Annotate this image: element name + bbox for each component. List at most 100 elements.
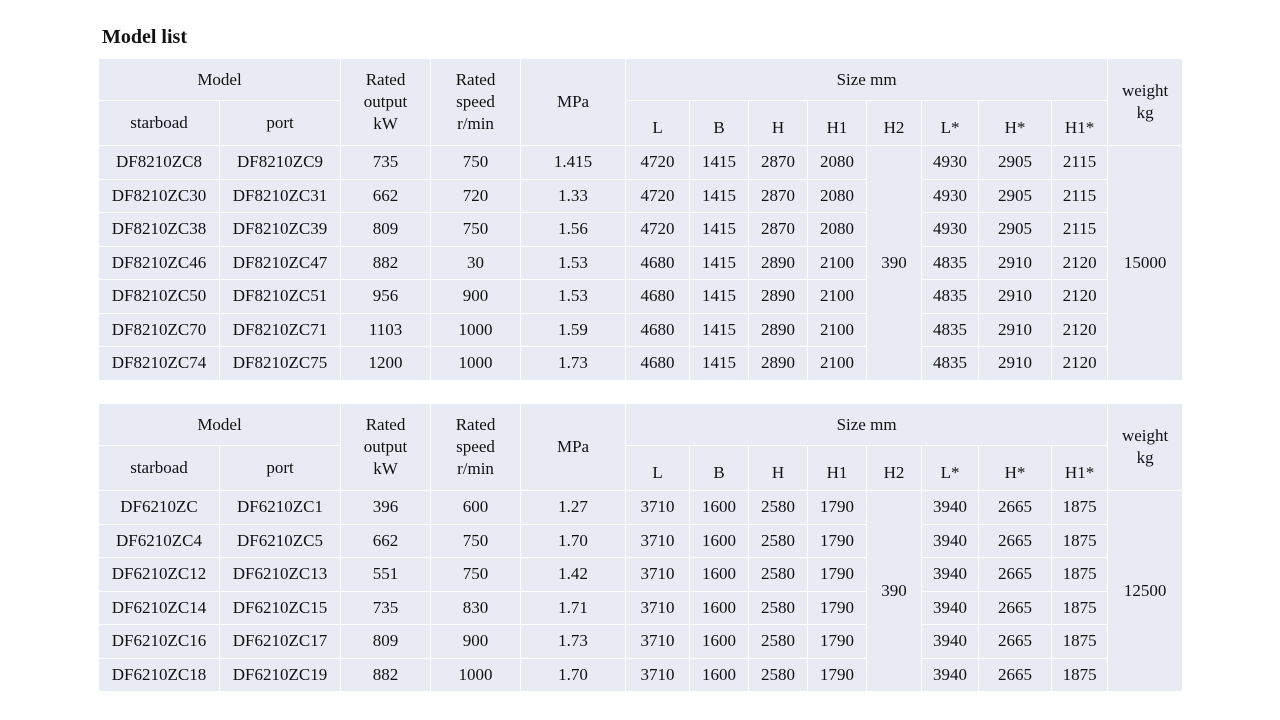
model-port: DF6210ZC17: [218, 624, 342, 659]
size-h1: 1790: [807, 590, 868, 625]
mpa-value: 1.71: [520, 590, 627, 625]
mpa-value: 1.53: [520, 279, 627, 314]
model-starboard: DF8210ZC38: [98, 212, 220, 247]
size-h1-star: 1875: [1051, 624, 1109, 659]
mpa-value: 1.415: [520, 145, 627, 180]
header-port: port: [218, 445, 342, 491]
header-size-h1-star: H1*: [1051, 445, 1109, 491]
model-port: DF8210ZC71: [218, 312, 342, 347]
size-l: 4680: [625, 312, 691, 347]
header-model: Model: [97, 403, 342, 446]
size-h-star: 2910: [978, 346, 1053, 381]
size-h1: 2100: [807, 346, 868, 381]
table-1-body: DF8210ZC8 DF8210ZC9 735 750 1.415 4720 1415 287…: [98, 145, 1184, 381]
size-h1-star: 2115: [1051, 145, 1109, 180]
size-l-star: 3940: [921, 590, 980, 625]
header-rated-output: Rated output kW: [340, 403, 432, 491]
size-h1: 2100: [807, 245, 868, 280]
header-size-h2: H2: [866, 100, 923, 146]
size-h-star: 2910: [978, 279, 1053, 314]
size-l-star: 4835: [921, 279, 980, 314]
size-l: 4680: [625, 245, 691, 280]
model-port: DF6210ZC15: [218, 590, 342, 625]
header-size-h2: H2: [866, 445, 923, 491]
table-2-body: DF6210ZC DF6210ZC1 396 600 1.27 3710 1600 2580 1…: [98, 490, 1184, 692]
size-l-star: 4835: [921, 245, 980, 280]
size-h: 2890: [748, 245, 809, 280]
rated-output: 735: [340, 590, 432, 625]
size-l-star: 3940: [921, 624, 980, 659]
size-h: 2580: [748, 624, 809, 659]
header-size-h: H: [748, 100, 809, 146]
model-port: DF6210ZC19: [218, 657, 342, 692]
model-starboard: DF6210ZC16: [98, 624, 220, 659]
size-b: 1600: [689, 624, 750, 659]
table-row: DF6210ZC DF6210ZC1 396 600 1.27 3710 1600 2580 1…: [98, 490, 1184, 692]
header-size-h: H: [748, 445, 809, 491]
size-h1-star: 1875: [1051, 557, 1109, 592]
mpa-value: 1.53: [520, 245, 627, 280]
header-size-h1: H1: [807, 445, 868, 491]
size-l: 3710: [625, 590, 691, 625]
rated-speed: 900: [430, 279, 522, 314]
rated-speed: 1000: [430, 312, 522, 347]
size-l: 4720: [625, 145, 691, 180]
rated-speed: 750: [430, 523, 522, 558]
model-starboard: DF8210ZC50: [98, 279, 220, 314]
model-starboard: DF6210ZC12: [98, 557, 220, 592]
model-starboard: DF8210ZC30: [98, 178, 220, 213]
size-h1: 2080: [807, 178, 868, 213]
header-rated-speed: Rated speed r/min: [430, 403, 522, 491]
size-h1-star: 2120: [1051, 346, 1109, 381]
size-l: 4680: [625, 279, 691, 314]
table-row: DF6210ZC18 DF6210ZC19 882 1000 1.70 3710 1600 2…: [98, 657, 1183, 692]
table-row: DF6210ZC12 DF6210ZC13 551 750 1.42 3710 1600 25…: [98, 557, 1183, 592]
size-h: 2890: [748, 346, 809, 381]
header-size: Size mm: [625, 403, 1109, 446]
mpa-value: 1.70: [520, 657, 627, 692]
model-table-2: Model Rated output kW Rated speed r/min MPa …: [97, 403, 1184, 692]
rated-output: 551: [340, 557, 432, 592]
size-l-star: 4835: [921, 312, 980, 347]
size-h1: 2100: [807, 312, 868, 347]
size-h: 2580: [748, 523, 809, 558]
rated-output: 882: [340, 245, 432, 280]
table-row: DF8210ZC46 DF8210ZC47 882 30 1.53 4680 1415 289…: [98, 245, 1183, 280]
size-b: 1415: [689, 245, 750, 280]
table-row: DF8210ZC74 DF8210ZC75 1200 1000 1.73 4680 1415…: [98, 346, 1183, 381]
header-starboard: starboad: [98, 100, 220, 146]
rated-speed: 750: [430, 212, 522, 247]
size-h-star: 2665: [978, 624, 1053, 659]
size-h1: 2080: [807, 145, 868, 180]
rated-output: 882: [340, 657, 432, 692]
size-l-star: 4930: [921, 212, 980, 247]
model-port: DF6210ZC5: [218, 523, 342, 558]
model-port: DF8210ZC9: [218, 145, 342, 180]
mpa-value: 1.33: [520, 178, 627, 213]
table-row: DF6210ZC4 DF6210ZC5 662 750 1.70 3710 1600 2580…: [98, 523, 1183, 558]
size-h-star: 2665: [978, 557, 1053, 592]
header-size-h-star: H*: [978, 445, 1053, 491]
mpa-value: 1.59: [520, 312, 627, 347]
mpa-value: 1.73: [520, 346, 627, 381]
rated-speed: 750: [430, 557, 522, 592]
size-h1: 1790: [807, 657, 868, 692]
model-starboard: DF8210ZC8: [98, 145, 220, 180]
size-b: 1415: [689, 346, 750, 381]
size-h-star: 2665: [978, 490, 1053, 525]
size-h1: 2100: [807, 279, 868, 314]
rated-speed: 1000: [430, 657, 522, 692]
mpa-value: 1.42: [520, 557, 627, 592]
header-size: Size mm: [625, 58, 1109, 101]
size-l-star: 4835: [921, 346, 980, 381]
table-row: DF8210ZC38 DF8210ZC39 809 750 1.56 4720 1415 28…: [98, 212, 1183, 247]
size-h: 2580: [748, 557, 809, 592]
size-l: 4720: [625, 178, 691, 213]
size-l-star: 4930: [921, 145, 980, 180]
size-h-star: 2905: [978, 178, 1053, 213]
mpa-value: 1.27: [520, 490, 627, 525]
size-b: 1600: [689, 490, 750, 525]
header-size-l-star: L*: [921, 445, 980, 491]
rated-output: 396: [340, 490, 432, 525]
header-size-b: B: [689, 445, 750, 491]
